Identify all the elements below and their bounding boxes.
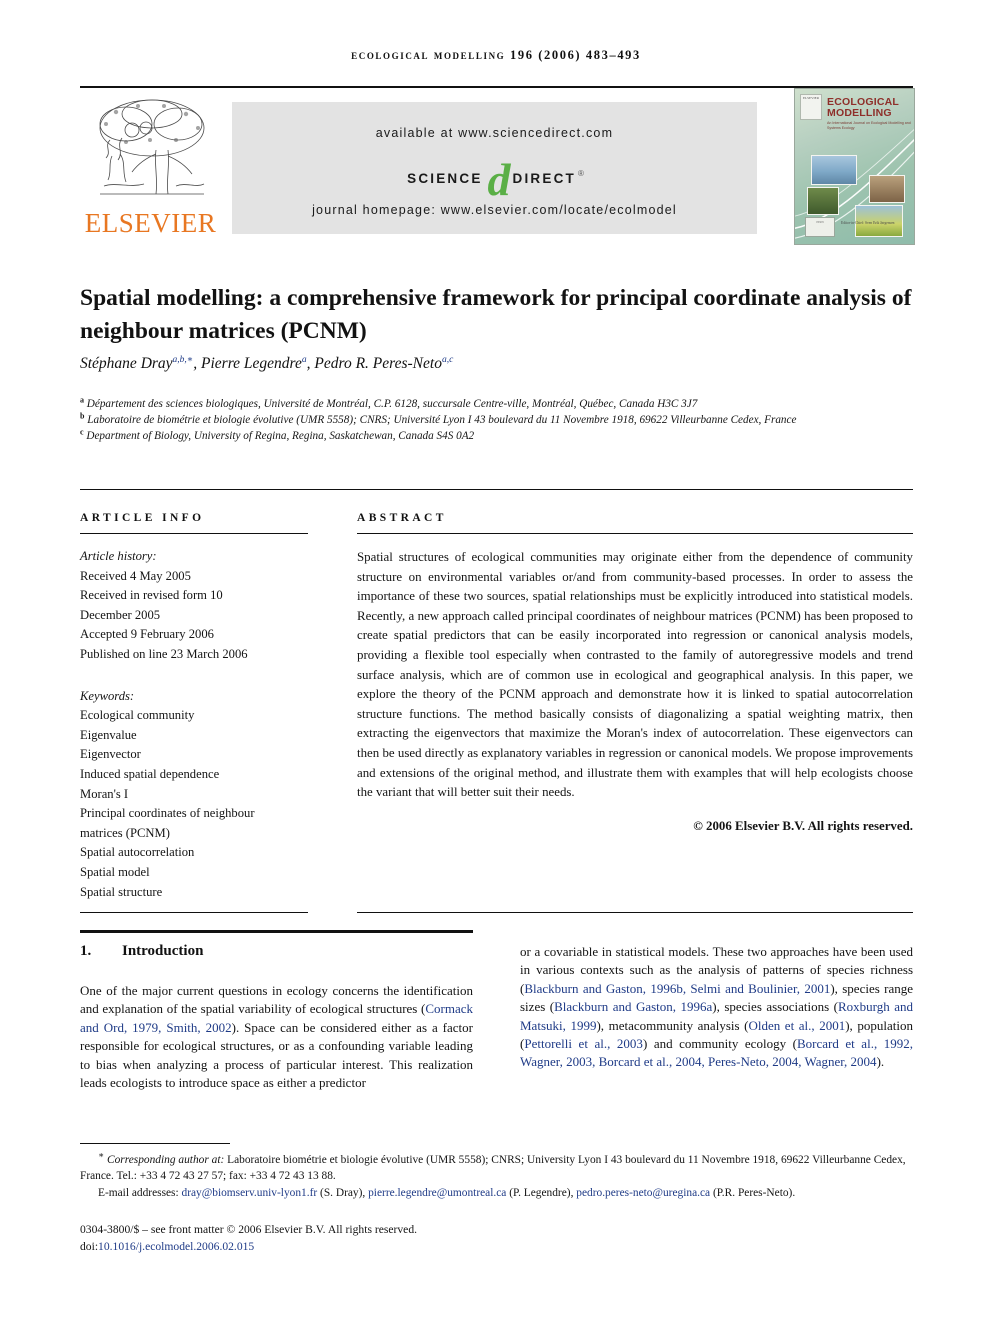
abstract-rule (357, 533, 913, 534)
history-item: Received 4 May 2005 (80, 568, 191, 583)
sciencedirect-direct-text: DIRECT (512, 170, 576, 186)
cover-photo-1 (811, 155, 857, 185)
article-info-label: ARTICLE INFO (80, 512, 205, 524)
keyword-item: Principal coordinates of neighbour (80, 806, 255, 821)
introduction-top-rule (80, 930, 473, 933)
section-number: 1. (80, 943, 92, 959)
sciencedirect-logo: SCIENCE d DIRECT ® (232, 153, 757, 205)
affiliation-text: Laboratoire de biométrie et biologie évo… (87, 414, 797, 426)
corresponding-author-note: ∗ Corresponding author at: Laboratoire b… (80, 1150, 906, 1183)
footnote-rule (80, 1143, 230, 1144)
elsevier-wordmark: ELSEVIER (84, 208, 217, 238)
journal-cover-thumbnail: ELSEVIER ECOLOGICAL MODELLING An Interna… (794, 88, 915, 245)
history-item: Accepted 9 February 2006 (80, 627, 214, 642)
abstract-column: ABSTRACT Spatial structures of ecologica… (357, 512, 913, 834)
keywords-block: Keywords: Ecological community Eigenvalu… (80, 687, 308, 903)
page-title: Spatial modelling: a comprehensive frame… (80, 284, 912, 344)
history-item: Published on line 23 March 2006 (80, 646, 248, 661)
keyword-item: Ecological community (80, 708, 195, 723)
article-history-label: Article history: (80, 549, 157, 563)
journal-homepage-text: journal homepage: www.elsevier.com/locat… (312, 203, 677, 217)
available-at-text: available at www.sciencedirect.com (375, 126, 614, 140)
affiliation-marker: c (80, 427, 84, 437)
article-info-rule (80, 533, 308, 534)
front-matter-line: 0304-3800/$ – see front matter © 2006 El… (80, 1223, 418, 1236)
affiliation-marker: b (80, 411, 85, 421)
abstract-label: ABSTRACT (357, 512, 447, 524)
sciencedirect-science-text: SCIENCE (407, 170, 483, 186)
affiliation-item: b Laboratoire de biométrie et biologie é… (80, 412, 913, 428)
cover-editor-text: Editor-in-Chief: Sven Erik Jørgensen (841, 221, 895, 225)
article-first-page: Ecological Modelling 196 (2006) 483–493 (0, 0, 992, 1323)
affiliation-item: c Department of Biology, University of R… (80, 428, 913, 444)
footnote-block: ∗ Corresponding author at: Laboratoire b… (80, 1150, 913, 1201)
affiliation-text: Département des sciences biologiques, Un… (86, 398, 698, 410)
keyword-item: Eigenvalue (80, 727, 137, 742)
introduction-heading: 1. Introduction (80, 943, 473, 960)
abstract-copyright: © 2006 Elsevier B.V. All rights reserved… (693, 818, 913, 833)
section-title: Introduction (122, 943, 204, 959)
article-info-column: ARTICLE INFO Article history: Received 4… (80, 512, 308, 902)
author-list: Stéphane Draya,b,∗, Pierre Legendrea, Pe… (80, 354, 454, 372)
keywords-label: Keywords: (80, 688, 135, 703)
cover-publisher-block: ELSEVIER (800, 94, 822, 120)
cover-issn-block: ISSN (805, 217, 835, 237)
abstract-text: Spatial structures of ecological communi… (357, 550, 913, 800)
history-item: Received in revised form 10 (80, 588, 223, 603)
doi-label: doi: (80, 1239, 99, 1253)
abstract-bottom-rule (357, 912, 913, 913)
keyword-item: Induced spatial dependence (80, 766, 220, 781)
article-history-block: Article history: Received 4 May 2005 Rec… (80, 547, 308, 665)
header-divider-rule (80, 489, 913, 490)
affiliation-list: a Département des sciences biologiques, … (80, 396, 913, 444)
body-column-left: One of the major current questions in ec… (80, 983, 473, 1091)
imprint-block: 0304-3800/$ – see front matter © 2006 El… (80, 1222, 913, 1255)
email-addresses-note: E-mail addresses: dray@biomserv.univ-lyo… (98, 1186, 796, 1199)
doi-value[interactable]: 10.1016/j.ecolmodel.2006.02.015 (98, 1240, 254, 1253)
cover-footer: ISSN Editor-in-Chief: Sven Erik Jørgense… (801, 217, 909, 239)
affiliation-marker: a (80, 395, 84, 405)
article-info-bottom-rule (80, 912, 308, 913)
journal-banner: ELSEVIER available at www.sciencedirect.… (80, 88, 915, 245)
running-head: Ecological Modelling 196 (2006) 483–493 (351, 48, 641, 62)
doi-line: doi:10.1016/j.ecolmodel.2006.02.015 (80, 1239, 913, 1256)
affiliation-text: Department of Biology, University of Reg… (86, 430, 475, 442)
top-rule (80, 86, 913, 88)
body-column-right: or a covariable in statistical models. T… (520, 944, 913, 1070)
sciencedirect-d-icon: d (487, 153, 511, 205)
keyword-item: matrices (PCNM) (80, 825, 170, 840)
affiliation-item: a Département des sciences biologiques, … (80, 396, 913, 412)
keyword-item: Spatial autocorrelation (80, 845, 195, 860)
registered-trademark-icon: ® (577, 168, 584, 178)
keyword-item: Moran's I (80, 786, 129, 801)
keyword-item: Eigenvector (80, 747, 141, 762)
elsevier-logo: ELSEVIER (84, 94, 217, 244)
cover-photo-3 (869, 175, 905, 203)
keyword-item: Spatial structure (80, 884, 163, 899)
keyword-item: Spatial model (80, 864, 150, 879)
cover-title: ECOLOGICAL MODELLING (827, 96, 899, 119)
sciencedirect-box: available at www.sciencedirect.com SCIEN… (232, 102, 757, 234)
elsevier-tree-icon (86, 94, 214, 209)
cover-photo-2 (807, 187, 839, 215)
history-item: December 2005 (80, 607, 161, 622)
